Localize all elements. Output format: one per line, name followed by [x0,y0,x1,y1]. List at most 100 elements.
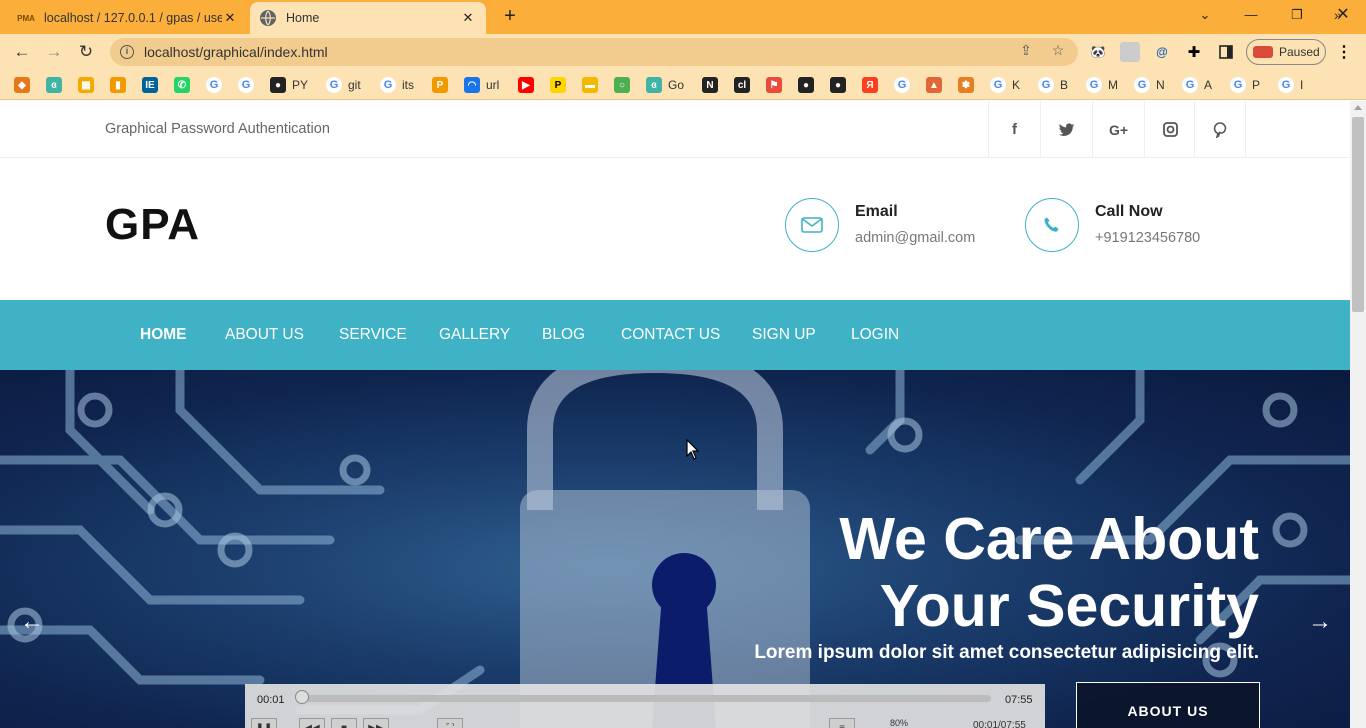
bookmark-item[interactable]: GN [1134,76,1165,94]
menu-kebab-icon[interactable]: ⋮ [1334,42,1354,62]
google-icon: G [1038,77,1054,93]
nav-sign-up[interactable]: SIGN UP [752,326,816,344]
bookmarks-overflow-icon[interactable]: » [1334,6,1342,24]
fast-forward-button[interactable]: ▶▶ [363,718,389,728]
profile-paused-button[interactable]: Paused [1246,39,1326,65]
browser-tab-home[interactable]: Home ✕ [250,2,486,34]
back-button[interactable]: ← [10,40,34,64]
nav-home[interactable]: HOME [140,326,187,344]
rewind-button[interactable]: ◀◀ [299,718,325,728]
bookmark-item[interactable]: ▬ [582,76,604,94]
google-icon: G [380,77,396,93]
site-logo[interactable]: GPA [105,200,200,250]
twitter-icon[interactable] [1040,101,1092,158]
panda-extension-icon[interactable]: 🐼 [1088,42,1108,62]
nav-about-us[interactable]: ABOUT US [225,326,304,344]
hero-headline-line1: We Care About [839,506,1259,572]
pinterest-icon[interactable] [1194,101,1246,158]
wifi-icon: ◠ [464,77,480,93]
google-icon: G [326,77,342,93]
fullscreen-button[interactable]: ⛶ [437,718,463,728]
forward-button[interactable]: → [42,40,66,64]
page-scrollbar[interactable] [1350,101,1366,728]
slider-next-arrow[interactable]: → [1308,608,1332,636]
bookmark-item[interactable]: GK [990,76,1020,94]
bookmark-item[interactable]: G [894,76,916,94]
minimize-button[interactable]: — [1228,0,1274,30]
close-window-button[interactable]: ✕ [1320,0,1366,30]
bookmark-item[interactable]: IE [142,76,164,94]
playlist-button[interactable]: ≡ [829,718,855,728]
bookmark-star-icon[interactable]: ☆ [1048,42,1068,59]
nav-gallery[interactable]: GALLERY [439,326,510,344]
bookmark-item[interactable]: G [206,76,228,94]
scrollbar-thumb[interactable] [1352,117,1364,312]
scroll-up-arrow-icon[interactable] [1354,105,1362,110]
slider-prev-arrow[interactable]: ← [20,608,44,636]
facebook-icon[interactable]: f [988,101,1040,158]
instagram-icon[interactable] [1144,101,1196,158]
bookmark-item[interactable]: ◆ [14,76,36,94]
bookmark-item[interactable]: GA [1182,76,1212,94]
browser-tab-phpmyadmin[interactable]: PMA localhost / 127.0.0.1 / gpas / use ✕ [8,2,248,34]
call-title: Call Now [1095,203,1163,220]
bookmark-item[interactable]: N [702,76,724,94]
nav-login[interactable]: LOGIN [851,326,899,344]
bookmark-item[interactable]: GM [1086,76,1118,94]
site-header: GPA Email admin@gmail.com Call Now +9191… [0,158,1350,300]
nav-contact-us[interactable]: CONTACT US [621,326,720,344]
p-icon: P [550,77,566,93]
bookmark-item[interactable]: ▮ [110,76,132,94]
calendar-icon: ▦ [78,77,94,93]
close-icon[interactable]: ✕ [460,10,476,26]
hero-slider: ← → We Care About Your Security Lorem ip… [0,370,1350,728]
google-icon: G [1134,77,1150,93]
player-seek-bar[interactable] [301,695,991,702]
bookmark-item[interactable]: ● [798,76,820,94]
reload-button[interactable]: ↻ [74,40,98,64]
bookmark-item[interactable]: G [238,76,260,94]
bookmark-item[interactable]: P [550,76,572,94]
pause-button[interactable]: ❚❚ [251,718,277,728]
bookmark-item[interactable]: ○ [614,76,636,94]
bookmark-item[interactable]: ✽ [958,76,980,94]
bookmark-item[interactable]: ▶ [518,76,540,94]
bookmark-item[interactable]: GI [1278,76,1303,94]
bookmark-item[interactable]: Я [862,76,884,94]
bookmark-item[interactable]: ✆ [174,76,196,94]
bookmark-item[interactable]: ɞ Go [646,76,684,94]
email-title: Email [855,203,898,220]
share-icon[interactable]: ⇪ [1016,42,1036,59]
info-icon[interactable]: i [120,45,134,59]
tab-search-chevron-icon[interactable]: ⌄ [1182,0,1228,30]
address-bar[interactable]: i localhost/graphical/index.html ⇪ ☆ [110,38,1078,66]
nav-service[interactable]: SERVICE [339,326,407,344]
bookmark-item[interactable]: ◠ url [464,76,499,94]
bookmark-item[interactable]: GB [1038,76,1068,94]
bookmark-label: Go [668,78,685,92]
extensions-puzzle-icon[interactable]: ✚ [1184,42,1204,62]
bookmark-item[interactable]: GP [1230,76,1260,94]
youtube-icon: ▶ [518,77,534,93]
bookmark-item[interactable]: Gits [380,76,414,94]
google-plus-icon[interactable]: G+ [1092,101,1144,158]
bookmark-item[interactable]: ⚑ [766,76,788,94]
bookmark-item[interactable]: ● [830,76,852,94]
browser-toolbar: ← → ↻ i localhost/graphical/index.html ⇪… [0,34,1366,70]
bookmark-item[interactable]: ▦ [78,76,100,94]
bookmark-item[interactable]: ɞ [46,76,68,94]
profile-extension-icon[interactable] [1120,42,1140,62]
nav-blog[interactable]: BLOG [542,326,585,344]
stop-button[interactable]: ■ [331,718,357,728]
bookmark-item[interactable]: P [432,76,454,94]
at-extension-icon[interactable]: @ [1152,42,1172,62]
side-panel-icon[interactable] [1216,42,1236,62]
bookmark-item[interactable]: cl [734,76,756,94]
close-icon[interactable]: ✕ [222,10,238,26]
about-us-button[interactable]: ABOUT US [1076,682,1260,728]
restore-button[interactable]: ❐ [1274,0,1320,30]
bookmark-item[interactable]: Ggit [326,76,361,94]
bookmark-item[interactable]: ▲ [926,76,948,94]
bookmark-item[interactable]: ● PY [270,76,308,94]
new-tab-button[interactable]: + [498,5,522,29]
